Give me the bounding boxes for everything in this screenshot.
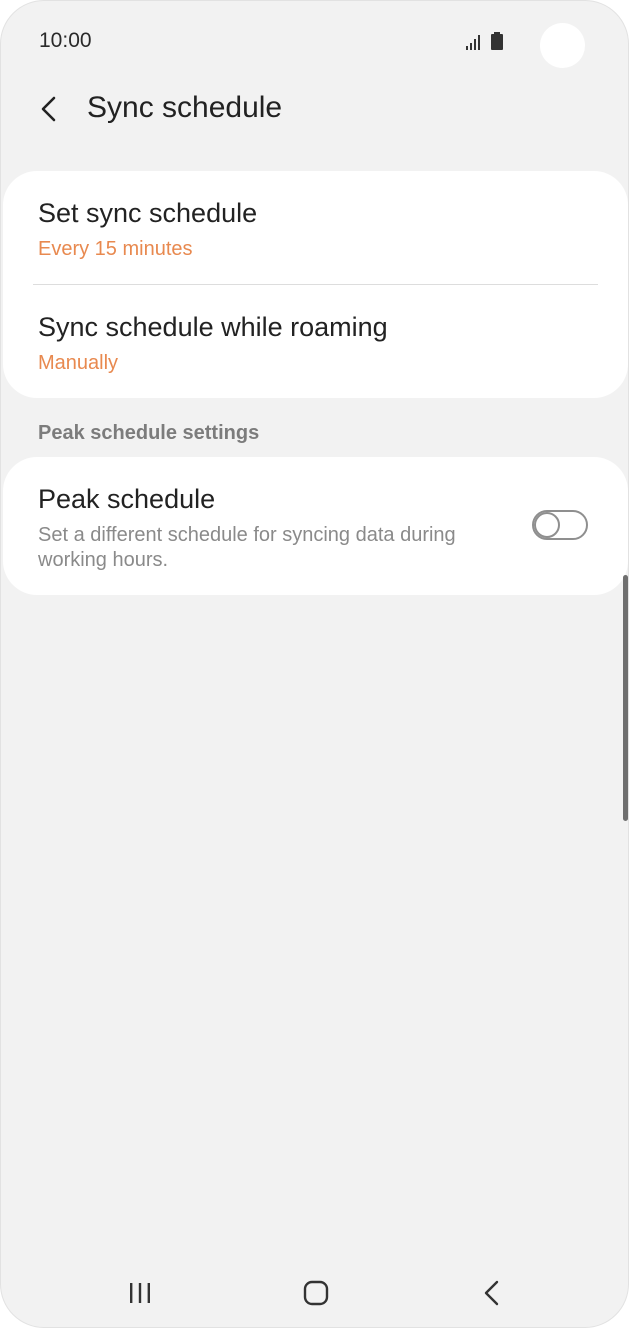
nav-back-button[interactable]	[467, 1273, 517, 1313]
roaming-sync-schedule-title: Sync schedule while roaming	[38, 312, 388, 342]
roaming-sync-schedule-item[interactable]: Sync schedule while roaming Manually	[3, 285, 628, 398]
status-time: 10:00	[39, 29, 92, 52]
set-sync-schedule-title: Set sync schedule	[38, 198, 258, 228]
home-button[interactable]	[291, 1273, 341, 1313]
set-sync-schedule-value: Every 15 minutes	[38, 238, 193, 260]
battery-icon	[491, 32, 503, 50]
peak-schedule-description: Set a different schedule for syncing dat…	[38, 524, 456, 571]
home-icon	[303, 1280, 329, 1306]
set-sync-schedule-item[interactable]: Set sync schedule Every 15 minutes	[3, 171, 628, 284]
back-icon	[484, 1280, 499, 1306]
page-title: Sync schedule	[87, 91, 283, 124]
status-icons	[464, 31, 508, 53]
peak-schedule-item[interactable]: Peak schedule Set a different schedule f…	[3, 457, 628, 595]
section-header-peak: Peak schedule settings	[38, 422, 260, 444]
signal-icon	[466, 32, 503, 50]
peak-schedule-toggle[interactable]	[532, 510, 588, 540]
roaming-sync-schedule-value: Manually	[38, 352, 119, 374]
toggle-knob	[534, 512, 560, 538]
peak-schedule-title: Peak schedule	[38, 484, 216, 514]
front-camera-cutout	[540, 23, 585, 68]
sync-settings-card: Set sync schedule Every 15 minutes Sync …	[3, 171, 628, 398]
phone-screen: 10:00 Sync schedule Set sync schedule Ev…	[0, 0, 629, 1328]
recent-apps-icon	[130, 1283, 150, 1303]
recent-apps-button[interactable]	[115, 1273, 165, 1313]
back-arrow-icon	[41, 96, 56, 122]
peak-schedule-card: Peak schedule Set a different schedule f…	[3, 457, 628, 595]
back-button[interactable]	[29, 89, 69, 129]
scroll-indicator[interactable]	[623, 575, 628, 821]
